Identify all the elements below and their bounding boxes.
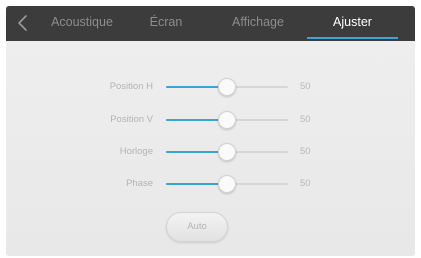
tab-label: Affichage	[232, 15, 284, 29]
horloge-slider[interactable]	[166, 140, 288, 164]
auto-button[interactable]: Auto	[166, 212, 228, 242]
setting-row-phase: Phase 50	[6, 172, 415, 196]
active-tab-indicator	[307, 37, 398, 39]
setting-value: 50	[300, 146, 311, 157]
top-bar: Acoustique Écran Affichage Ajuster	[6, 6, 415, 41]
back-button[interactable]	[16, 14, 30, 32]
adjust-panel: Position H 50 Position V 50 Horloge 50 P…	[6, 41, 415, 256]
slider-thumb[interactable]	[218, 111, 236, 129]
position-h-slider[interactable]	[166, 75, 288, 99]
tab-ajuster[interactable]: Ajuster	[307, 6, 398, 41]
slider-thumb[interactable]	[218, 175, 236, 193]
position-v-slider[interactable]	[166, 108, 288, 132]
slider-thumb[interactable]	[218, 143, 236, 161]
chevron-left-icon	[18, 15, 27, 31]
setting-value: 50	[300, 81, 311, 92]
settings-window: Acoustique Écran Affichage Ajuster Posit…	[6, 6, 415, 256]
phase-slider[interactable]	[166, 172, 288, 196]
setting-value: 50	[300, 114, 311, 125]
slider-thumb[interactable]	[218, 78, 236, 96]
setting-label: Phase	[126, 178, 153, 189]
setting-label: Horloge	[119, 146, 153, 157]
setting-row-horloge: Horloge 50	[6, 140, 415, 164]
setting-label: Position V	[110, 114, 153, 125]
tab-ecran[interactable]: Écran	[136, 6, 196, 41]
setting-label: Position H	[109, 81, 153, 92]
auto-button-label: Auto	[187, 221, 207, 232]
tab-acoustique[interactable]: Acoustique	[42, 6, 122, 41]
tab-label: Ajuster	[333, 15, 372, 29]
tab-label: Écran	[149, 15, 183, 29]
tab-label: Acoustique	[51, 15, 113, 29]
setting-row-position-v: Position V 50	[6, 108, 415, 132]
setting-row-position-h: Position H 50	[6, 75, 415, 99]
tab-affichage[interactable]: Affichage	[218, 6, 298, 41]
setting-value: 50	[300, 178, 311, 189]
